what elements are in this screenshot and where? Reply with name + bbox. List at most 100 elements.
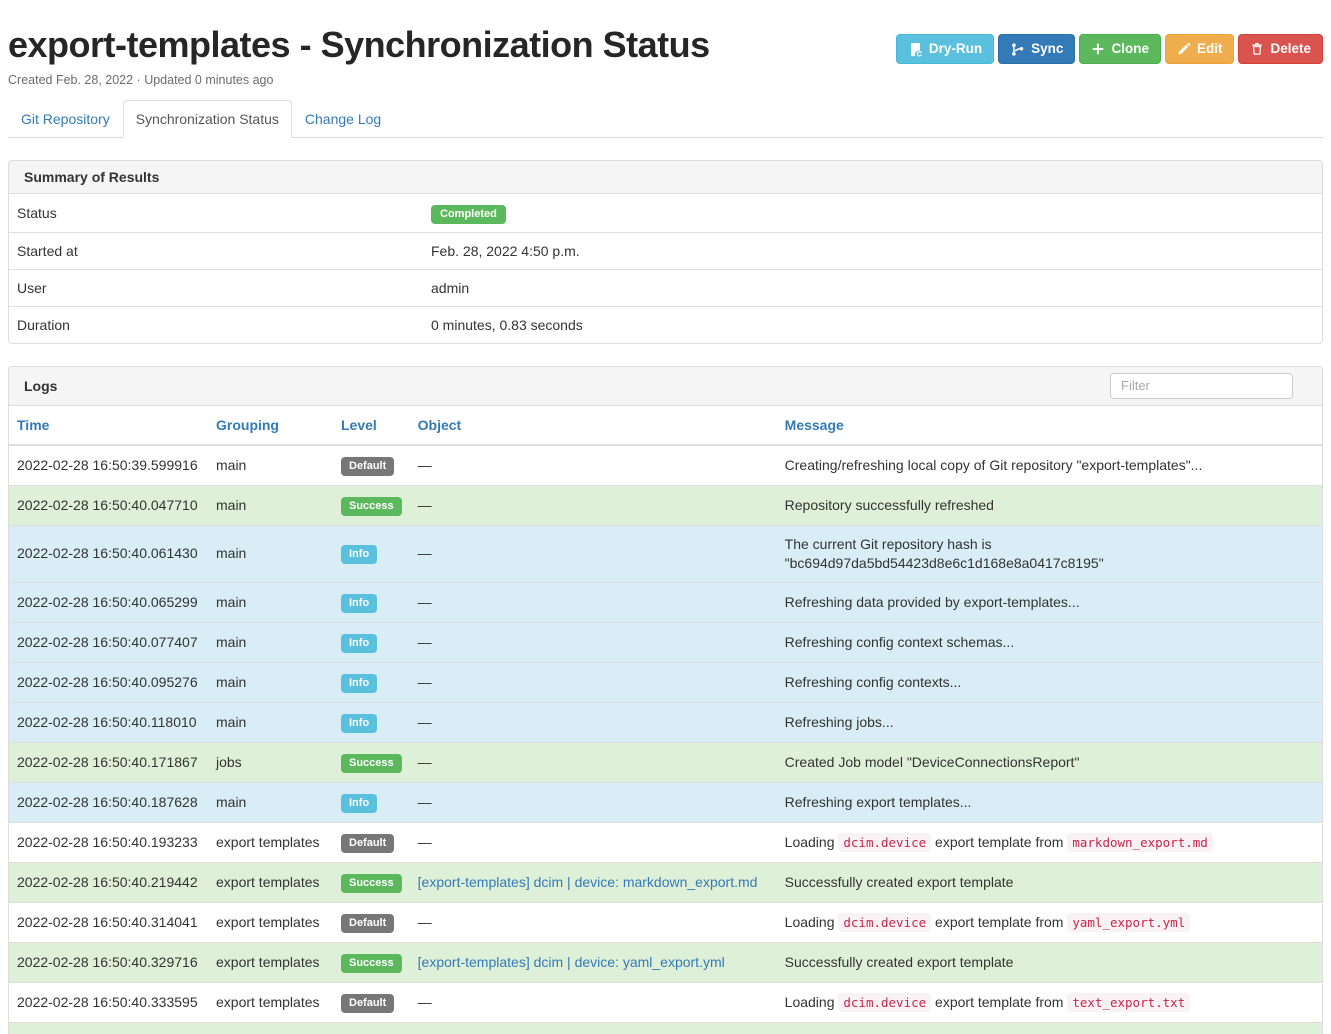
log-row: 2022-02-28 16:50:40.077407mainInfo—Refre… <box>9 622 1322 662</box>
column-header-message[interactable]: Message <box>777 406 1322 445</box>
cell-grouping: export templates <box>208 982 333 1022</box>
level-badge: Default <box>341 994 394 1013</box>
logs-table-header-row: Time Grouping Level Object Message <box>9 406 1322 445</box>
cell-time: 2022-02-28 16:50:40.047710 <box>9 485 208 525</box>
code-chip: dcim.device <box>838 833 931 852</box>
no-object-dash: — <box>418 545 432 561</box>
cell-time: 2022-02-28 16:50:40.118010 <box>9 702 208 742</box>
cell-message: Loading dcim.device export template from… <box>777 982 1322 1022</box>
code-chip: dcim.device <box>838 993 931 1012</box>
no-object-dash: — <box>418 634 432 650</box>
no-object-dash: — <box>418 714 432 730</box>
sync-button[interactable]: Sync <box>998 34 1075 64</box>
level-badge: Success <box>341 874 402 893</box>
no-object-dash: — <box>418 994 432 1010</box>
log-row: 2022-02-28 16:50:40.118010mainInfo—Refre… <box>9 702 1322 742</box>
tab-git-repository[interactable]: Git Repository <box>8 100 123 138</box>
cell-time: 2022-02-28 16:50:39.599916 <box>9 445 208 486</box>
message-text: Refreshing export templates... <box>785 794 972 810</box>
object-link[interactable]: [export-templates] dcim | device: yaml_e… <box>418 954 725 970</box>
cell-object: — <box>410 702 777 742</box>
cell-message: Refreshing export templates... <box>777 782 1322 822</box>
message-text: Loading <box>785 914 839 930</box>
cell-grouping: main <box>208 525 333 582</box>
message-text: export template from <box>931 994 1067 1010</box>
plus-icon <box>1091 42 1105 56</box>
cell-level: Info <box>333 782 410 822</box>
cell-object: — <box>410 525 777 582</box>
cell-time: 2022-02-28 16:50:40.171867 <box>9 742 208 782</box>
cell-object: — <box>410 902 777 942</box>
summary-row: Useradmin <box>9 269 1322 306</box>
cell-message: Creating/refreshing local copy of Git re… <box>777 445 1322 486</box>
tab-synchronization-status[interactable]: Synchronization Status <box>123 100 292 138</box>
book-refresh-icon <box>908 42 923 57</box>
cell-level: Default <box>333 445 410 486</box>
cell-object: — <box>410 742 777 782</box>
page: Dry-Run Sync Clone <box>0 26 1331 1034</box>
column-header-level[interactable]: Level <box>333 406 410 445</box>
cell-level: Default <box>333 902 410 942</box>
summary-value: Completed <box>423 194 1322 233</box>
column-header-time[interactable]: Time <box>9 406 208 445</box>
cell-level: Info <box>333 702 410 742</box>
summary-panel-heading: Summary of Results <box>9 161 1322 194</box>
summary-value: 0 minutes, 0.83 seconds <box>423 306 1322 343</box>
cell-grouping: main <box>208 622 333 662</box>
cell-level: Default <box>333 822 410 862</box>
level-badge: Info <box>341 634 377 653</box>
message-text: export template from <box>931 834 1067 850</box>
dry-run-button[interactable]: Dry-Run <box>896 34 994 64</box>
cell-message: Created Job model "DeviceConnectionsRepo… <box>777 742 1322 782</box>
cell-message: Loading dcim.device export template from… <box>777 822 1322 862</box>
tab-bar: Git Repository Synchronization Status Ch… <box>8 100 1323 138</box>
summary-row: Started atFeb. 28, 2022 4:50 p.m. <box>9 232 1322 269</box>
status-badge: Completed <box>431 205 506 224</box>
cell-level: Info <box>333 622 410 662</box>
cell-object: — <box>410 982 777 1022</box>
cell-time: 2022-02-28 16:50:40.329716 <box>9 942 208 982</box>
message-text: Successfully created export template <box>785 874 1014 890</box>
summary-table: StatusCompletedStarted atFeb. 28, 2022 4… <box>9 194 1322 343</box>
clone-button[interactable]: Clone <box>1079 34 1161 64</box>
message-text: Successfully created export template <box>785 954 1014 970</box>
level-badge: Info <box>341 674 377 693</box>
edit-button[interactable]: Edit <box>1165 34 1235 64</box>
cell-time: 2022-02-28 16:50:40.061430 <box>9 525 208 582</box>
cell-grouping: main <box>208 782 333 822</box>
cell-grouping: main <box>208 485 333 525</box>
sync-button-label: Sync <box>1031 40 1063 58</box>
column-header-grouping[interactable]: Grouping <box>208 406 333 445</box>
dry-run-button-label: Dry-Run <box>929 40 982 58</box>
level-badge: Default <box>341 834 394 853</box>
delete-button[interactable]: Delete <box>1238 34 1323 64</box>
log-row: 2022-02-28 16:50:40.095276mainInfo—Refre… <box>9 662 1322 702</box>
summary-value: admin <box>423 269 1322 306</box>
cell-time: 2022-02-28 16:50:40.095276 <box>9 662 208 702</box>
filter-input[interactable] <box>1110 373 1293 399</box>
no-object-dash: — <box>418 497 432 513</box>
cell-level: Default <box>333 982 410 1022</box>
cell-message: Refreshing config contexts... <box>777 662 1322 702</box>
cell-grouping: main <box>208 662 333 702</box>
cell-object: [export-templates] dcim | device: yaml_e… <box>410 942 777 982</box>
log-row: 2022-02-28 16:50:40.314041export templat… <box>9 902 1322 942</box>
code-chip: dcim.device <box>838 913 931 932</box>
cell-level: Success <box>333 485 410 525</box>
summary-label: User <box>9 269 423 306</box>
object-link[interactable]: [export-templates] dcim | device: markdo… <box>418 874 758 890</box>
level-badge: Default <box>341 457 394 476</box>
summary-label: Started at <box>9 232 423 269</box>
code-chip: text_export.txt <box>1067 993 1190 1012</box>
level-badge: Info <box>341 794 377 813</box>
message-text: Created Job model "DeviceConnectionsRepo… <box>785 754 1080 770</box>
message-text: Refreshing config context schemas... <box>785 634 1015 650</box>
log-row: 2022-02-28 16:50:40.187628mainInfo—Refre… <box>9 782 1322 822</box>
cell-message: The current Git repository hash is "bc69… <box>777 525 1322 582</box>
column-header-object[interactable]: Object <box>410 406 777 445</box>
cell-message: Refreshing jobs... <box>777 702 1322 742</box>
message-text: Loading <box>785 994 839 1010</box>
tab-change-log[interactable]: Change Log <box>292 100 394 138</box>
clone-button-label: Clone <box>1111 40 1149 58</box>
cell-grouping: main <box>208 445 333 486</box>
